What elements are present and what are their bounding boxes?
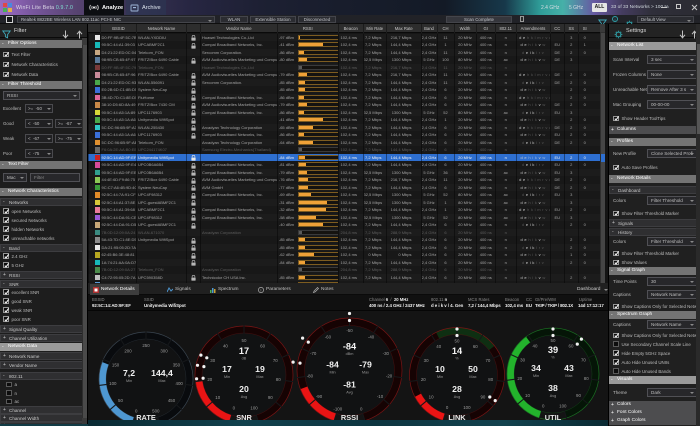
svg-text:Min: Min <box>224 375 230 379</box>
svg-text:60: 60 <box>260 343 265 348</box>
svg-text:-79: -79 <box>359 360 372 370</box>
svg-text:100: 100 <box>559 404 567 409</box>
svg-text:400: 400 <box>176 381 184 386</box>
svg-text:50: 50 <box>118 398 123 403</box>
svg-text:30: 30 <box>210 358 215 363</box>
svg-text:19: 19 <box>255 364 265 374</box>
svg-text:70: 70 <box>581 357 586 362</box>
svg-text:38: 38 <box>548 383 558 393</box>
svg-text:-81: -81 <box>343 380 356 390</box>
svg-text:-10: -10 <box>377 394 384 399</box>
svg-text:20: 20 <box>207 377 212 382</box>
svg-text:-30: -30 <box>383 351 390 356</box>
svg-text:7,2: 7,2 <box>123 368 135 378</box>
svg-text:144,4: 144,4 <box>151 368 173 378</box>
svg-text:70: 70 <box>485 358 490 363</box>
svg-text:Min: Min <box>533 374 539 378</box>
svg-text:60: 60 <box>569 343 574 348</box>
svg-text:-50: -50 <box>346 328 353 333</box>
svg-text:Max: Max <box>469 375 476 379</box>
svg-text:Avg: Avg <box>241 395 247 399</box>
svg-text:450: 450 <box>168 398 176 403</box>
svg-text:10: 10 <box>435 364 445 374</box>
svg-text:350: 350 <box>173 362 181 367</box>
svg-text:Max: Max <box>362 371 369 375</box>
svg-text:Max: Max <box>256 375 263 379</box>
svg-text:30: 30 <box>424 358 429 363</box>
svg-text:Avg: Avg <box>550 394 556 398</box>
svg-text:80: 80 <box>488 377 493 382</box>
svg-text:200: 200 <box>124 348 132 353</box>
svg-text:90: 90 <box>268 395 273 400</box>
svg-text:dB: dB <box>242 357 247 361</box>
svg-text:100: 100 <box>109 381 117 386</box>
svg-text:-20: -20 <box>386 373 393 378</box>
svg-text:-40: -40 <box>368 334 375 339</box>
svg-text:-70: -70 <box>310 351 317 356</box>
svg-text:28: 28 <box>452 384 462 394</box>
svg-text:50: 50 <box>242 338 247 343</box>
svg-text:150: 150 <box>112 362 120 367</box>
svg-text:Min: Min <box>437 375 443 379</box>
svg-text:-60: -60 <box>325 334 332 339</box>
svg-text:Min: Min <box>329 371 335 375</box>
svg-text:20: 20 <box>421 377 426 382</box>
svg-text:43: 43 <box>564 363 574 373</box>
svg-text:10: 10 <box>215 395 220 400</box>
svg-text:Avg: Avg <box>454 395 460 399</box>
svg-text:20: 20 <box>517 376 522 381</box>
svg-text:14: 14 <box>452 346 463 356</box>
svg-text:50: 50 <box>468 364 478 374</box>
svg-text:Max: Max <box>158 379 165 383</box>
svg-text:100: 100 <box>463 405 471 410</box>
svg-text:100: 100 <box>250 406 258 411</box>
svg-text:20: 20 <box>239 384 249 394</box>
svg-text:39: 39 <box>548 345 558 355</box>
svg-text:30: 30 <box>520 357 525 362</box>
svg-text:i: i <box>261 288 262 293</box>
svg-text:50: 50 <box>551 338 556 343</box>
svg-text:Max: Max <box>565 374 572 378</box>
svg-text:300: 300 <box>160 348 168 353</box>
svg-text:17: 17 <box>222 364 232 374</box>
svg-text:10: 10 <box>525 393 530 398</box>
svg-text:-100: -100 <box>333 406 342 411</box>
svg-text:60: 60 <box>473 344 478 349</box>
svg-text:40: 40 <box>436 344 441 349</box>
svg-text:250: 250 <box>142 343 150 348</box>
svg-text:40: 40 <box>223 343 228 348</box>
svg-text:80: 80 <box>276 377 281 382</box>
svg-text:90: 90 <box>576 393 581 398</box>
svg-text:-90: -90 <box>316 394 323 399</box>
svg-text:-80: -80 <box>307 373 314 378</box>
svg-text:80: 80 <box>584 376 589 381</box>
svg-text:-84: -84 <box>343 342 357 352</box>
svg-text:50: 50 <box>455 339 460 344</box>
svg-text:17: 17 <box>239 346 249 356</box>
svg-text:Avg: Avg <box>346 391 352 395</box>
svg-text:34: 34 <box>531 363 541 373</box>
svg-text:dBm: dBm <box>346 352 354 356</box>
svg-text:Min: Min <box>126 379 132 383</box>
svg-text:-84: -84 <box>326 360 339 370</box>
svg-text:90: 90 <box>480 395 485 400</box>
svg-text:40: 40 <box>533 343 538 348</box>
svg-text:70: 70 <box>273 358 278 363</box>
svg-text:10: 10 <box>429 395 434 400</box>
